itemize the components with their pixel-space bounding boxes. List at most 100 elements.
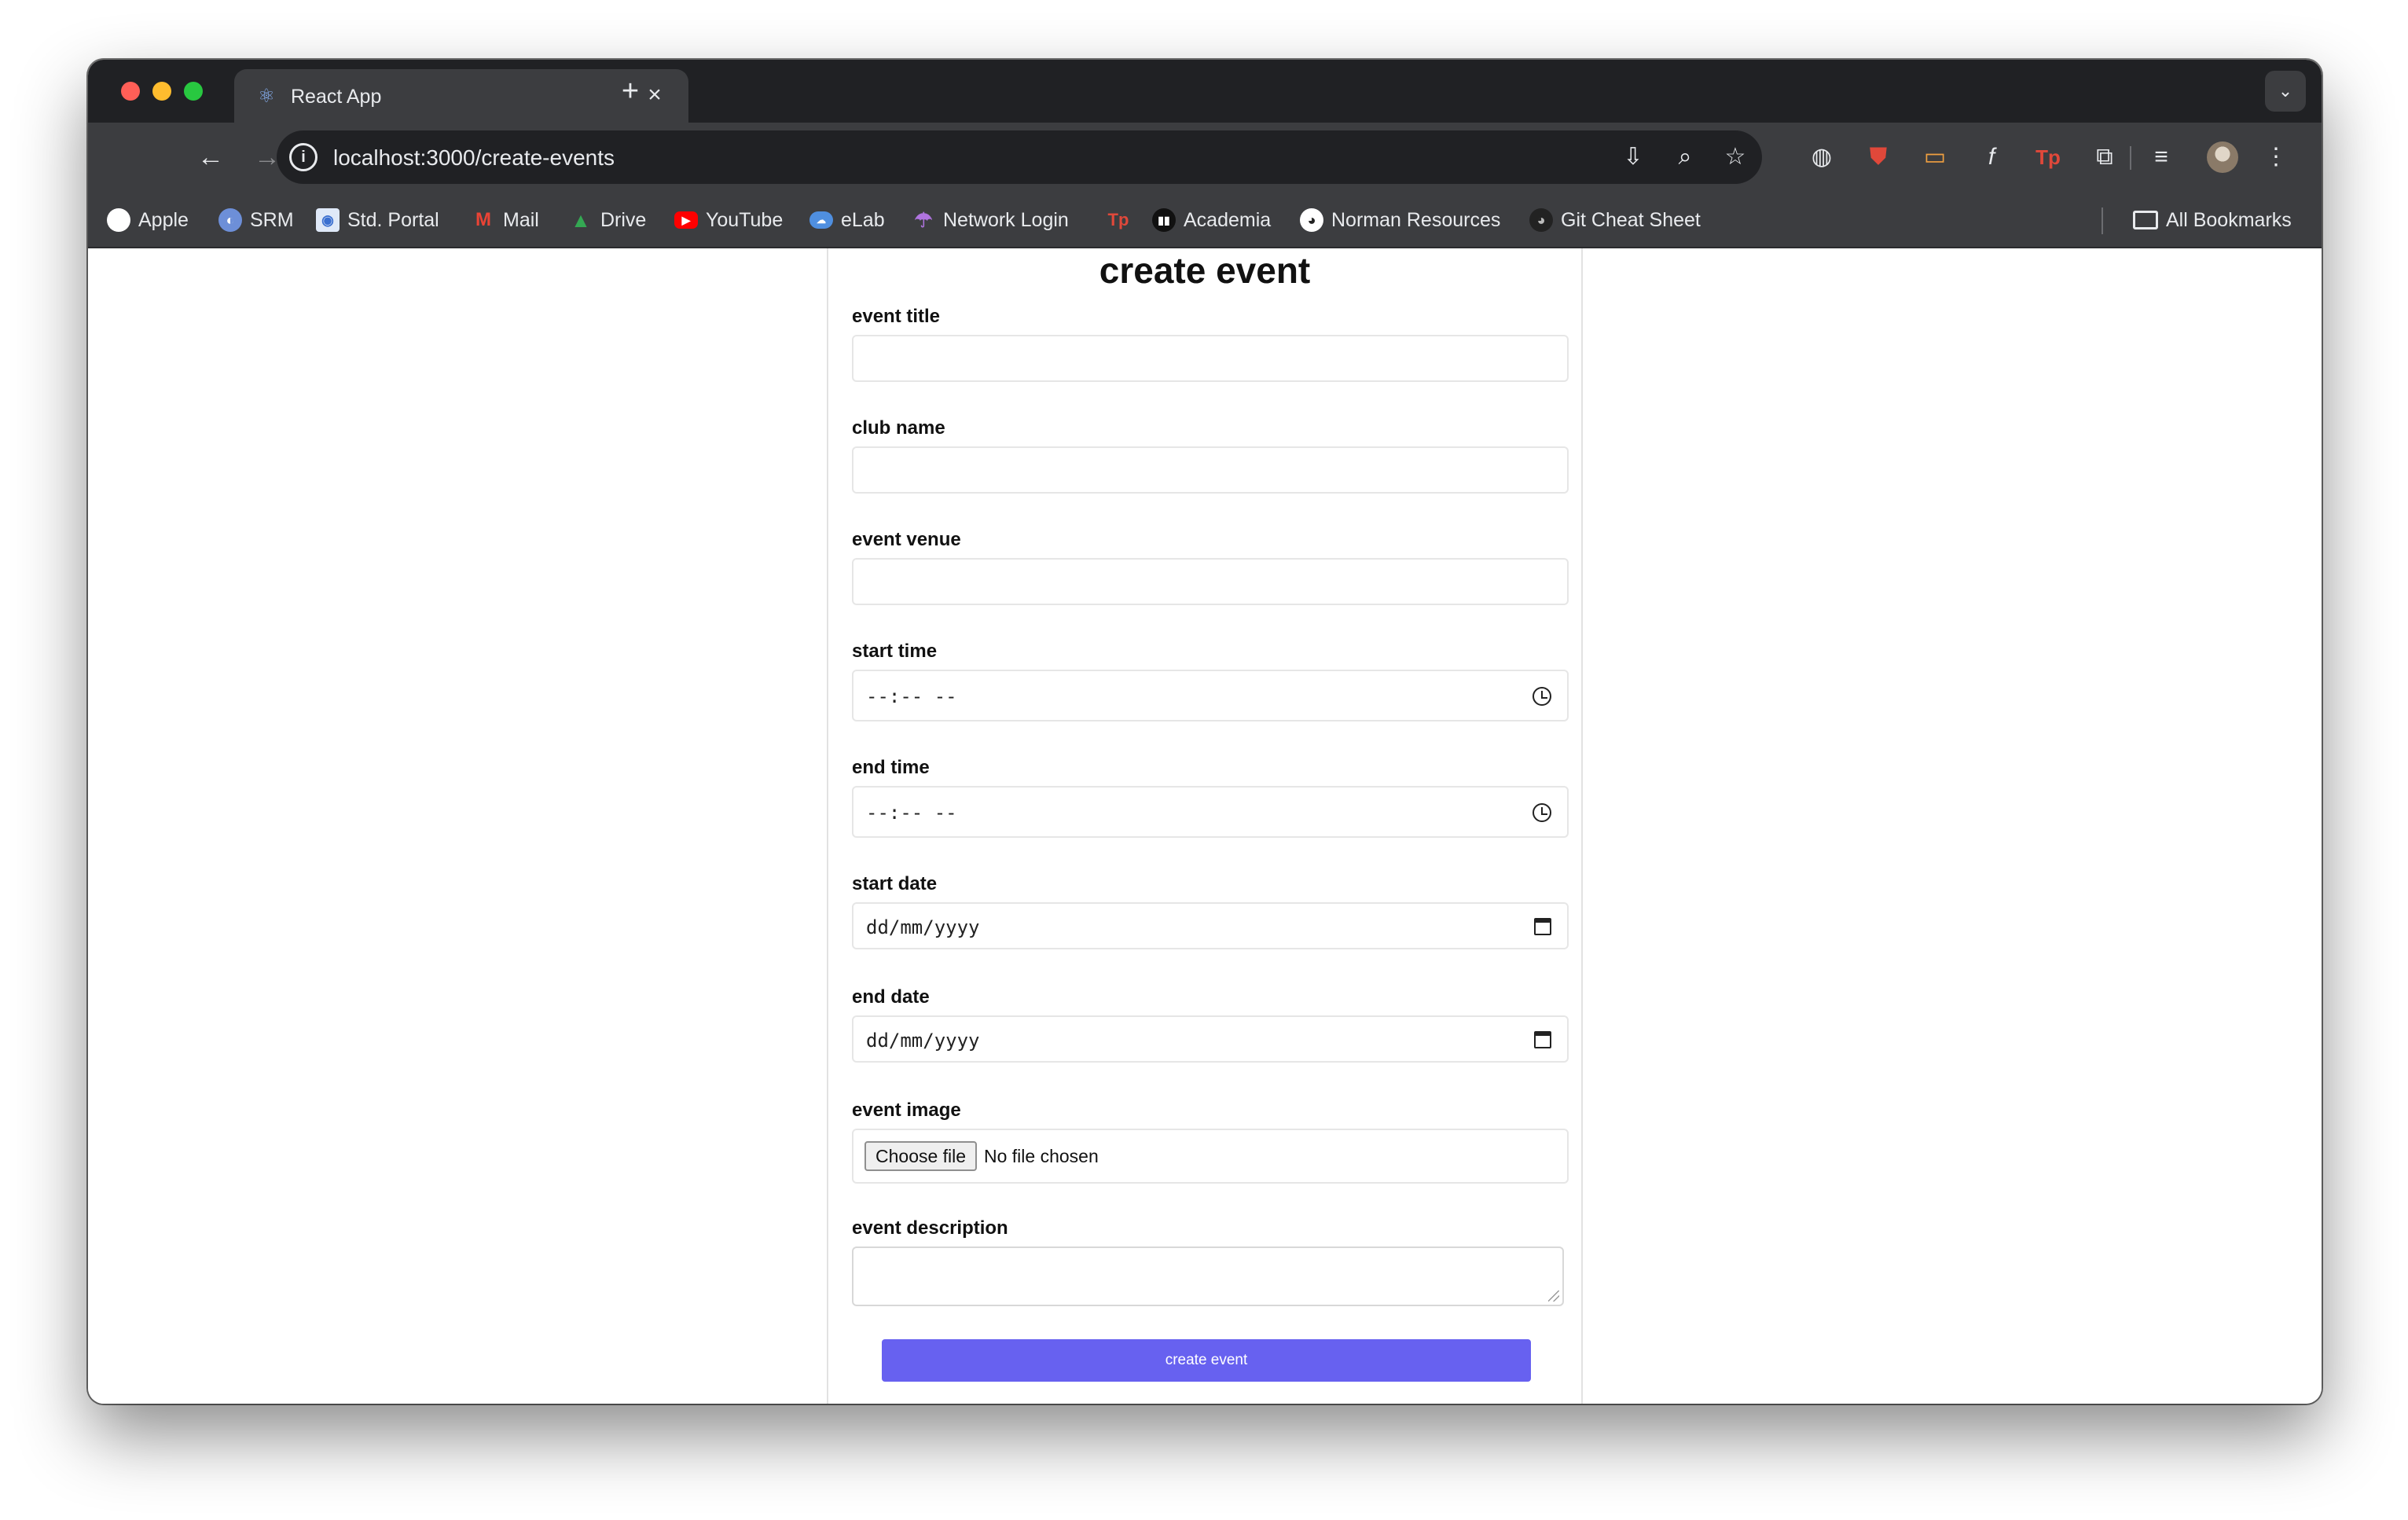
new-tab-button[interactable]: + <box>615 75 646 107</box>
globe-extension-icon[interactable]: ◍ <box>1804 140 1839 174</box>
folder-icon <box>2133 211 2158 229</box>
maximize-window-button[interactable] <box>184 82 203 101</box>
bookmark-youtube[interactable]: ▶ YouTube <box>674 206 783 234</box>
bookmarks-separator <box>2101 207 2103 234</box>
end-date-label: end date <box>852 986 930 1008</box>
bookmark-norman-resources[interactable]: ◕ Norman Resources <box>1300 206 1500 234</box>
start-time-label: start time <box>852 641 938 662</box>
start-time-input[interactable]: --:-- -- <box>852 670 1569 721</box>
browser-window: ⚛ React App × + ⌄ ← → ↻ i localhost:3000… <box>88 60 2322 1404</box>
event-venue-input[interactable] <box>852 558 1569 605</box>
gmail-icon: M <box>475 209 491 230</box>
bookmark-label: Mail <box>503 208 539 231</box>
tp-icon: Tp <box>1107 210 1129 229</box>
github-icon: ◕ <box>1529 208 1553 232</box>
tab-search-button[interactable]: ⌄ <box>2265 71 2306 112</box>
bookmark-academia[interactable]: ▮▮ Academia <box>1152 206 1271 234</box>
bookmark-tp[interactable]: Tp <box>1107 206 1130 234</box>
ublock-extension-icon[interactable]: ⛊ <box>1861 140 1896 174</box>
bookmark-apple[interactable]: Apple <box>107 206 189 234</box>
event-venue-label: event venue <box>852 529 961 550</box>
close-window-button[interactable] <box>121 82 140 101</box>
install-app-icon[interactable]: ⇩ <box>1617 141 1649 173</box>
srm-icon: ◐ <box>218 208 242 232</box>
apple-icon <box>107 208 130 232</box>
zoom-icon[interactable]: ⌕ <box>1669 141 1701 173</box>
start-date-input[interactable]: dd/mm/yyyy <box>852 902 1569 949</box>
calendar-icon[interactable] <box>1534 1031 1551 1048</box>
reading-list-icon[interactable]: ≡ <box>2144 140 2179 174</box>
toolbar-separator <box>2130 146 2131 170</box>
end-time-placeholder: --:-- -- <box>866 802 957 824</box>
elab-icon: ☁ <box>809 211 833 229</box>
start-date-placeholder: dd/mm/yyyy <box>866 916 980 938</box>
end-time-label: end time <box>852 757 930 778</box>
resize-handle-icon[interactable] <box>1548 1291 1559 1302</box>
choose-file-button[interactable]: Choose file <box>864 1141 978 1171</box>
club-name-input[interactable] <box>852 446 1569 494</box>
browser-toolbar: ← → ↻ i localhost:3000/create-events ⇩ ⌕… <box>88 123 2322 192</box>
extensions-puzzle-icon[interactable]: ⧉ <box>2087 140 2122 174</box>
create-event-form: create event event title club name event… <box>827 248 1583 1404</box>
end-time-input[interactable]: --:-- -- <box>852 786 1569 838</box>
end-date-input[interactable]: dd/mm/yyyy <box>852 1015 1569 1063</box>
file-status-text: No file chosen <box>984 1146 1099 1166</box>
bookmark-std-portal[interactable]: ◉ Std. Portal <box>316 206 439 234</box>
site-info-icon[interactable]: i <box>289 143 318 171</box>
github-icon: ◕ <box>1300 208 1323 232</box>
bookmark-label: Norman Resources <box>1331 208 1501 231</box>
event-title-label: event title <box>852 306 941 327</box>
bookmark-git-cheat-sheet[interactable]: ◕ Git Cheat Sheet <box>1529 206 1701 234</box>
bookmark-label: eLab <box>841 208 885 231</box>
bookmark-label: Drive <box>600 208 647 231</box>
bookmark-label: Academia <box>1184 208 1272 231</box>
bookmark-mail[interactable]: M Mail <box>472 206 539 234</box>
event-image-label: event image <box>852 1100 961 1121</box>
youtube-icon: ▶ <box>674 211 698 229</box>
all-bookmarks-label: All Bookmarks <box>2166 208 2292 231</box>
bookmark-network-login[interactable]: ☂ Network Login <box>912 206 1069 234</box>
clock-icon[interactable] <box>1533 803 1551 822</box>
umbrella-icon: ☂ <box>914 208 933 232</box>
bookmark-label: YouTube <box>706 208 784 231</box>
event-image-input[interactable]: Choose file No file chosen <box>852 1129 1569 1184</box>
event-title-input[interactable] <box>852 335 1569 382</box>
start-date-label: start date <box>852 873 938 894</box>
bookmark-label: Git Cheat Sheet <box>1561 208 1701 231</box>
tab-title: React App <box>291 86 382 108</box>
tab-strip: ⚛ React App × + ⌄ <box>88 60 2322 123</box>
event-description-label: event description <box>852 1217 1008 1239</box>
address-bar[interactable]: i localhost:3000/create-events ⇩ ⌕ ☆ <box>277 130 1762 184</box>
bookmark-star-icon[interactable]: ☆ <box>1720 141 1751 173</box>
bookmark-label: Network Login <box>943 208 1069 231</box>
tp-extension-icon[interactable]: Tp <box>2031 140 2065 174</box>
create-event-button[interactable]: create event <box>882 1339 1531 1382</box>
bookmarks-bar: Apple ◐ SRM ◉ Std. Portal M Mail ▲ Drive… <box>88 192 2322 248</box>
back-button[interactable]: ← <box>193 140 228 174</box>
calendar-icon[interactable] <box>1534 918 1551 935</box>
start-time-placeholder: --:-- -- <box>866 685 957 707</box>
clock-icon[interactable] <box>1533 687 1551 706</box>
url-text[interactable]: localhost:3000/create-events <box>333 145 615 171</box>
bookmark-label: Std. Portal <box>347 208 439 231</box>
react-icon: ⚛ <box>258 86 275 107</box>
event-description-textarea[interactable] <box>852 1246 1564 1306</box>
bookmark-elab[interactable]: ☁ eLab <box>809 206 885 234</box>
bookmark-srm[interactable]: ◐ SRM <box>218 206 294 234</box>
profile-avatar[interactable] <box>2207 141 2238 173</box>
page-viewport[interactable]: create event event title club name event… <box>88 248 2322 1404</box>
drive-icon: ▲ <box>571 208 591 232</box>
portal-icon: ◉ <box>316 208 340 232</box>
end-date-placeholder: dd/mm/yyyy <box>866 1030 980 1052</box>
bookmark-label: SRM <box>250 208 294 231</box>
formula-extension-icon[interactable]: f <box>1974 140 2009 174</box>
more-menu-icon[interactable]: ⋮ <box>2259 140 2293 174</box>
page-title: create event <box>1099 250 1311 291</box>
all-bookmarks-button[interactable]: All Bookmarks <box>2133 206 2292 234</box>
terminal-extension-icon[interactable]: ▭ <box>1918 140 1952 174</box>
club-name-label: club name <box>852 417 945 439</box>
bookmark-label: Apple <box>138 208 189 231</box>
minimize-window-button[interactable] <box>152 82 171 101</box>
academia-icon: ▮▮ <box>1152 208 1176 232</box>
bookmark-drive[interactable]: ▲ Drive <box>569 206 646 234</box>
